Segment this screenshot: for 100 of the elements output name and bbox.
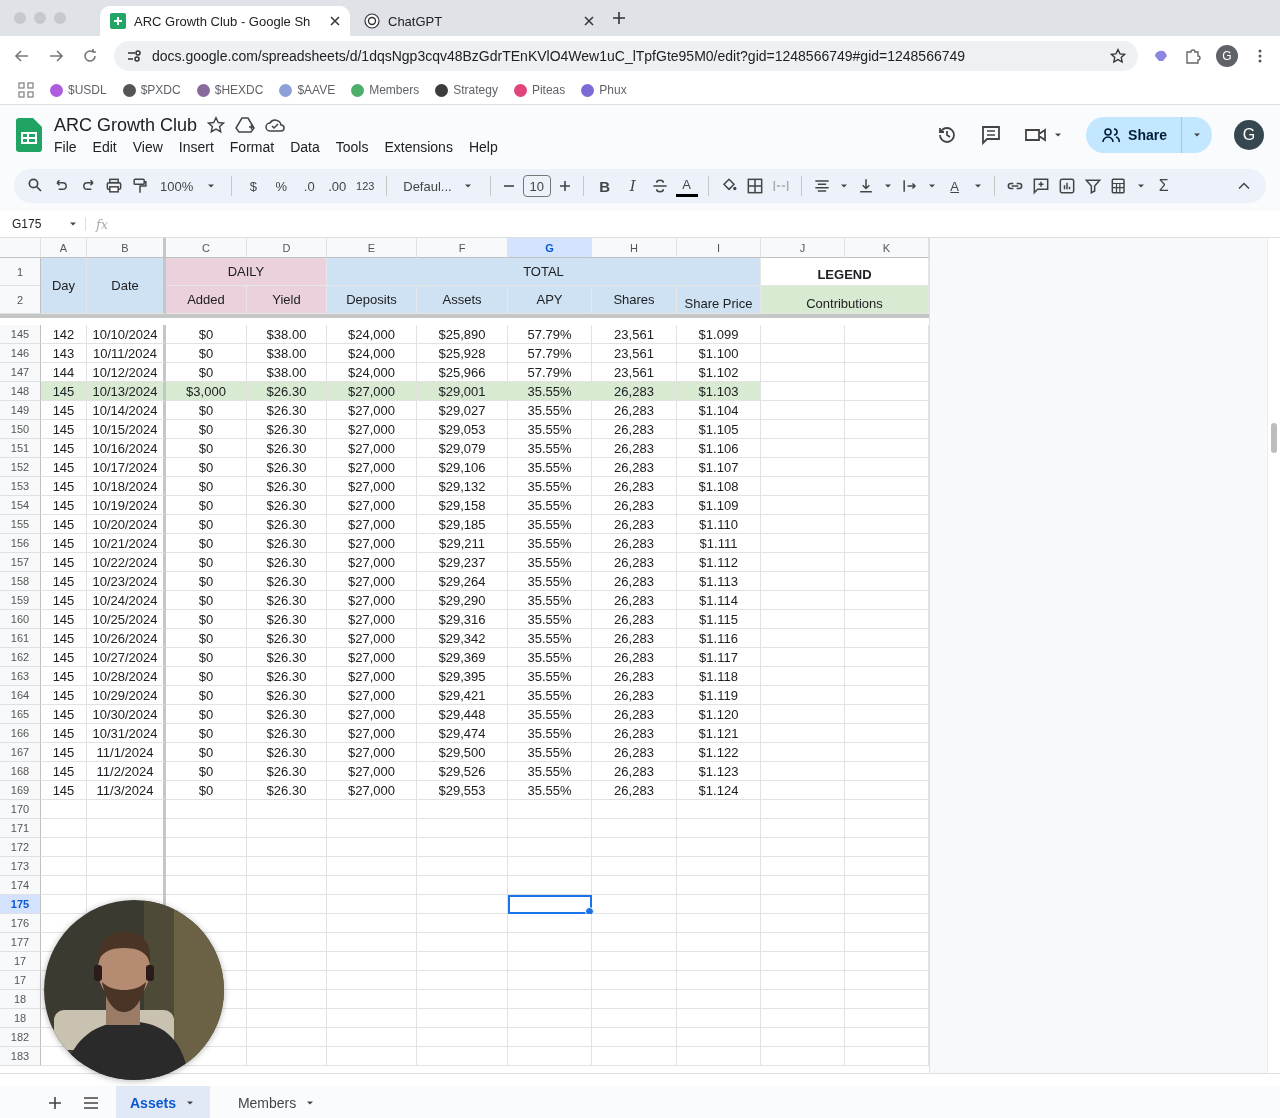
italic-button[interactable]: I xyxy=(621,174,644,198)
number-format-button[interactable]: 123 xyxy=(354,174,377,198)
increase-decimal-button[interactable]: .00 xyxy=(326,174,349,198)
row-header[interactable]: 172 xyxy=(0,838,41,857)
menu-item[interactable]: Insert xyxy=(172,137,220,156)
browser-tab[interactable]: ChatGPT xyxy=(354,6,604,36)
menu-item[interactable]: File xyxy=(48,137,83,156)
row-header[interactable]: 162 xyxy=(0,648,41,667)
row-header[interactable]: 170 xyxy=(0,800,41,819)
table-cell: $1.122 xyxy=(677,743,761,762)
row-header[interactable]: 171 xyxy=(0,819,41,838)
row-header[interactable]: 175 xyxy=(0,895,41,914)
bookmark[interactable]: Phux xyxy=(581,83,627,97)
sheet-tab[interactable]: Members xyxy=(223,1086,331,1118)
row-header[interactable]: 174 xyxy=(0,876,41,895)
table-cell: $25,890 xyxy=(417,325,508,344)
bookmark[interactable]: Strategy xyxy=(435,83,498,97)
row-header[interactable]: 173 xyxy=(0,857,41,876)
menu-item[interactable]: Data xyxy=(284,137,326,156)
name-box[interactable]: G175 xyxy=(0,217,86,231)
row-header[interactable]: 157 xyxy=(0,553,41,572)
currency-button[interactable]: $ xyxy=(242,174,265,198)
row-header[interactable]: 183 xyxy=(0,1047,41,1066)
row-header[interactable]: 167 xyxy=(0,743,41,762)
column-header[interactable]: C xyxy=(166,238,247,258)
sheet-tab[interactable]: Assets xyxy=(116,1086,210,1118)
row-header[interactable]: 2 xyxy=(0,286,41,314)
row-header[interactable]: 161 xyxy=(0,629,41,648)
column-header[interactable]: J xyxy=(761,238,845,258)
row-header[interactable]: 155 xyxy=(0,515,41,534)
account-avatar[interactable]: G xyxy=(1234,120,1264,150)
browser-tab[interactable]: ARC Growth Club - Google Sh xyxy=(100,6,350,36)
menu-item[interactable]: Extensions xyxy=(378,137,459,156)
table-cell: 10/27/2024 xyxy=(87,648,166,667)
row-header[interactable]: 152 xyxy=(0,458,41,477)
text-color-button[interactable]: A xyxy=(675,175,698,197)
row-header[interactable]: 177 xyxy=(0,933,41,952)
bookmark[interactable]: $AAVE xyxy=(279,83,336,97)
row-header[interactable]: 145 xyxy=(0,325,41,344)
table-cell: 145 xyxy=(41,553,87,572)
row-header[interactable]: 158 xyxy=(0,572,41,591)
row-header[interactable]: 160 xyxy=(0,610,41,629)
column-header[interactable]: A xyxy=(41,238,87,258)
menu-item[interactable]: Tools xyxy=(329,137,375,156)
menu-item[interactable]: View xyxy=(126,137,169,156)
row-header[interactable]: 17 xyxy=(0,971,41,990)
table-cell: $3,000 xyxy=(166,382,247,401)
table-cell: 35.55% xyxy=(508,724,592,743)
row-header[interactable]: 169 xyxy=(0,781,41,800)
menu-item[interactable]: Help xyxy=(462,137,504,156)
row-header[interactable]: 147 xyxy=(0,363,41,382)
column-header[interactable]: B xyxy=(87,238,166,258)
row-header[interactable]: 148 xyxy=(0,382,41,401)
row-header[interactable]: 163 xyxy=(0,667,41,686)
row-header[interactable]: 18 xyxy=(0,990,41,1009)
row-header[interactable]: 150 xyxy=(0,420,41,439)
row-header[interactable]: 182 xyxy=(0,1028,41,1047)
bookmark[interactable]: $HEXDC xyxy=(196,83,264,97)
row-header[interactable]: 146 xyxy=(0,344,41,363)
row-header[interactable]: 168 xyxy=(0,762,41,781)
row-header[interactable]: 156 xyxy=(0,534,41,553)
row-header[interactable]: 159 xyxy=(0,591,41,610)
column-header[interactable]: K xyxy=(845,238,929,258)
font-size-field[interactable]: 10 xyxy=(522,175,551,197)
column-header[interactable]: G xyxy=(508,238,592,258)
row-header[interactable]: 149 xyxy=(0,401,41,420)
bookmark[interactable]: Members xyxy=(351,83,420,97)
menu-item[interactable]: Format xyxy=(223,137,281,156)
row-header[interactable]: 164 xyxy=(0,686,41,705)
sum-button[interactable]: Σ xyxy=(1152,174,1175,198)
document-title[interactable]: ARC Growth Club xyxy=(54,114,198,136)
row-header[interactable]: 176 xyxy=(0,914,41,933)
decrease-decimal-button[interactable]: .0 xyxy=(298,174,321,198)
bookmark[interactable]: $USDL xyxy=(50,83,107,97)
text-rotation-button[interactable]: A xyxy=(943,174,966,198)
row-header[interactable]: 165 xyxy=(0,705,41,724)
row-header[interactable]: 154 xyxy=(0,496,41,515)
table-cell: $1.103 xyxy=(677,382,761,401)
bold-button[interactable]: B xyxy=(593,174,616,198)
row-header[interactable]: 151 xyxy=(0,439,41,458)
menu-item[interactable]: Edit xyxy=(86,137,123,156)
bookmark[interactable]: $PXDC xyxy=(122,83,181,97)
zoom-dropdown[interactable]: 100% xyxy=(156,174,222,198)
table-cell: 145 xyxy=(41,705,87,724)
column-header[interactable]: F xyxy=(417,238,508,258)
row-header[interactable]: 1 xyxy=(0,258,41,286)
font-dropdown[interactable]: Defaul... xyxy=(397,174,480,198)
column-header[interactable]: D xyxy=(247,238,327,258)
bookmark[interactable]: Piteas xyxy=(513,83,566,97)
column-header[interactable]: H xyxy=(592,238,677,258)
row-header[interactable]: 17 xyxy=(0,952,41,971)
address-bar[interactable]: docs.google.com/spreadsheets/d/1dqsNgp3cqv48BzGdrTEnKVlO4Wew1uC_lTpfGte95M0/edit?gid=1248566749#gid=1248566749 xyxy=(114,41,1138,71)
row-header[interactable]: 18 xyxy=(0,1009,41,1028)
percent-button[interactable]: % xyxy=(270,174,293,198)
row-header[interactable]: 166 xyxy=(0,724,41,743)
row-header[interactable]: 153 xyxy=(0,477,41,496)
profile-avatar[interactable]: G xyxy=(1216,45,1238,67)
column-header[interactable]: I xyxy=(677,238,761,258)
table-cell: $1.121 xyxy=(677,724,761,743)
column-header[interactable]: E xyxy=(327,238,417,258)
